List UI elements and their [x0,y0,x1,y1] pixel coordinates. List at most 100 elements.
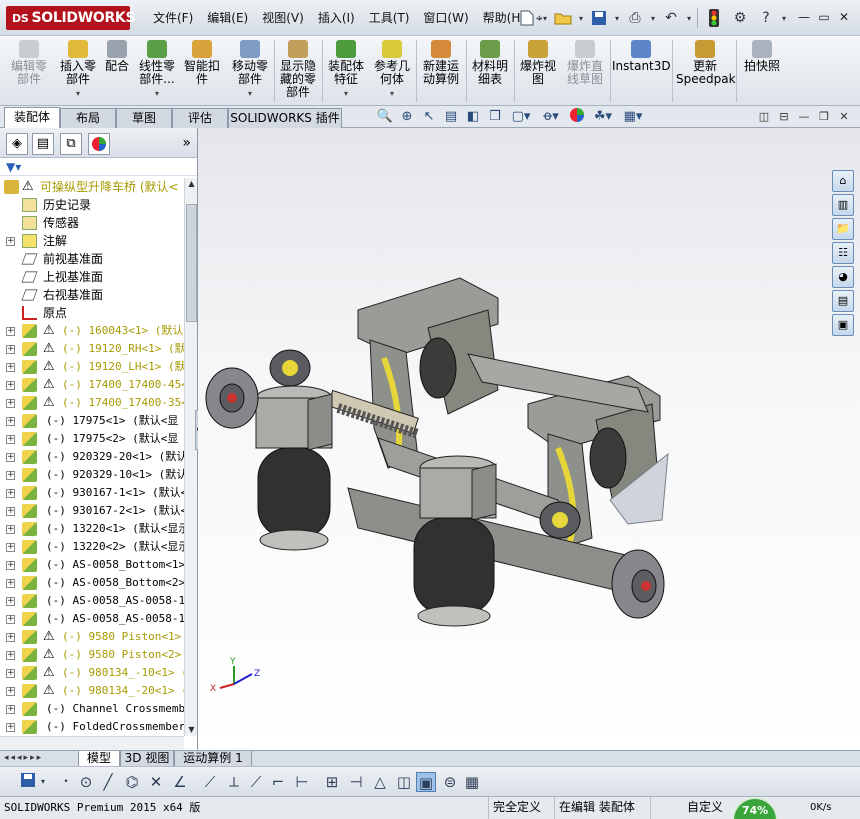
trim-icon[interactable]: ✕ [146,772,166,792]
tab-addins[interactable]: SOLIDWORKS 插件 [228,108,342,128]
tab-evaluate[interactable]: 评估 [172,108,228,128]
viewport-restore-icon[interactable]: ❐ [814,109,834,125]
open-dropdown-icon[interactable]: ▾ [576,6,586,30]
tree-horizontal-scrollbar[interactable] [0,736,184,750]
new-dropdown-icon[interactable]: ▾ [540,6,550,30]
mirror-icon[interactable]: ⟋ [246,772,266,792]
measure-icon[interactable]: ⊣ [346,772,366,792]
tree-vertical-scrollbar[interactable]: ▲ ▼ [184,178,197,736]
move-component-dropdown-icon[interactable]: ▾ [228,87,272,100]
expand-toggle-icon[interactable]: + [6,345,15,354]
tree-component[interactable]: + (-) 17975<1> (默认<显 [0,412,184,430]
open-folder-icon[interactable] [550,6,576,30]
forum-icon[interactable]: ▣ [832,314,854,336]
edit-appearance-icon[interactable] [566,107,588,127]
tree-item[interactable]: 右视基准面 [0,286,184,304]
configuration-manager-tab-icon[interactable]: ⧉ [60,133,82,155]
expand-toggle-icon[interactable]: + [6,579,15,588]
save-dropdown-icon[interactable]: ▾ [38,772,48,792]
take-snapshot-button[interactable]: 拍快照 [740,40,784,104]
print-dropdown-icon[interactable]: ▾ [648,6,658,30]
dimension-icon[interactable]: ⊢ [292,772,312,792]
help-icon[interactable]: ? [753,6,779,30]
tree-component[interactable]: + (-) AS-0058_AS-0058-1F [0,592,184,610]
linear-pattern-dropdown-icon[interactable]: ▾ [136,87,178,100]
insert-component-dropdown-icon[interactable]: ▾ [56,87,100,100]
tree-component[interactable]: + (-) Channel Crossmember [0,700,184,718]
view-palette-icon[interactable]: ☷ [832,242,854,264]
edit-component-button[interactable]: 编辑零 部件 [6,40,52,104]
tree-component[interactable]: + (-) AS-0058_AS-0058-1F [0,610,184,628]
convert-entities-icon[interactable]: ⟋ [200,772,220,792]
save-dropdown-icon[interactable]: ▾ [612,6,622,30]
menu-window[interactable]: 窗口(W) [416,0,475,36]
save-icon[interactable] [18,772,38,792]
display-manager-tab-icon[interactable] [88,133,110,155]
polygon-icon[interactable]: ⌬ [122,772,142,792]
hide-show-items-icon[interactable]: ꝋ▾ [536,107,566,127]
expand-toggle-icon[interactable]: + [6,543,15,552]
expand-toggle-icon[interactable]: + [6,597,15,606]
dynamic-annotation-icon[interactable]: ◧ [462,107,484,127]
tree-item[interactable]: 传感器 [0,214,184,232]
tree-filter[interactable]: ▼▾ [0,158,197,176]
solidworks-logo[interactable]: DS SOLIDWORKS [6,6,136,30]
tree-component[interactable]: + ⚠ (-) 17400_17400-35<1 [0,394,184,412]
expand-toggle-icon[interactable]: + [6,417,15,426]
display-style-icon[interactable]: ▢▾ [506,107,536,127]
smart-fasteners-button[interactable]: 智能扣 件 [182,40,222,104]
close-button[interactable]: ✕ [834,8,854,26]
tree-component[interactable]: + (-) 13220<2> (默认<显示 [0,538,184,556]
expand-toggle-icon[interactable]: + [6,507,15,516]
minimize-button[interactable]: — [794,8,814,26]
new-motion-study-button[interactable]: 新建运 动算例 [420,40,462,104]
expand-toggle-icon[interactable]: + [6,525,15,534]
expand-toggle-icon[interactable]: + [6,381,15,390]
tile-icon[interactable]: ◫ [754,109,774,125]
property-manager-tab-icon[interactable]: ▤ [32,133,54,155]
undo-icon[interactable]: ↶ [658,6,684,30]
menu-file[interactable]: 文件(F) [146,0,200,36]
tree-component[interactable]: + (-) 920329-20<1> (默认< [0,448,184,466]
tree-component[interactable]: + ⚠ (-) 160043<1> (默认< [0,322,184,340]
zoom-to-area-icon[interactable]: ⊕ [396,107,418,127]
section-view-icon[interactable]: ▤ [440,107,462,127]
linear-pattern-button[interactable]: 线性零 部件... ▾ [136,40,178,104]
mate-button[interactable]: 配合 [102,40,132,104]
expand-toggle-icon[interactable]: + [6,453,15,462]
reference-geometry-button[interactable]: 参考几 何体 ▾ [370,40,414,104]
tree-component[interactable]: + (-) FoldedCrossmembers1 [0,718,184,736]
tree-component[interactable]: + ⚠ (-) 980134_-20<1> (默 [0,682,184,700]
assembly-features-dropdown-icon[interactable]: ▾ [326,87,366,100]
previous-view-icon[interactable]: ↖ [418,107,440,127]
tree-component[interactable]: + ⚠ (-) 19120_LH<1> (默认 [0,358,184,376]
rebuild-icon[interactable] [701,6,727,30]
tree-component[interactable]: + ⚠ (-) 9580 Piston<2> ( [0,646,184,664]
expand-toggle-icon[interactable]: + [6,687,15,696]
expand-toggle-icon[interactable]: + [6,327,15,336]
tree-component[interactable]: + ⚠ (-) 980134_-10<1> (默 [0,664,184,682]
scroll-thumb[interactable] [186,204,197,322]
box-icon[interactable]: ◫ [394,772,414,792]
insert-component-button[interactable]: 插入零 部件 ▾ [56,40,100,104]
tree-item[interactable]: 前视基准面 [0,250,184,268]
menu-insert[interactable]: 插入(I) [311,0,362,36]
horizontal-relation-icon[interactable]: ⊞ [322,772,342,792]
expand-toggle-icon[interactable]: + [6,489,15,498]
tree-component[interactable]: + (-) 930167-1<1> (默认<显 [0,484,184,502]
hole-wizard-icon[interactable]: ⊜ [440,772,460,792]
print-icon[interactable]: ⎙ [622,6,648,30]
angle-icon[interactable]: ∠ [170,772,190,792]
triangle-icon[interactable]: △ [370,772,390,792]
tab-3d-view[interactable]: 3D 视图 [120,751,174,767]
feature-manager-tab-icon[interactable]: ◈ [6,133,28,155]
graphics-area[interactable]: Y X Z [198,128,860,750]
tree-component[interactable]: + (-) AS-0058_Bottom<1> ( [0,556,184,574]
scroll-up-icon[interactable]: ▲ [185,178,198,190]
solidworks-resources-icon[interactable]: ⌂ [832,170,854,192]
expand-toggle-icon[interactable]: + [6,561,15,570]
save-icon[interactable] [586,6,612,30]
menu-edit[interactable]: 编辑(E) [200,0,255,36]
tree-item[interactable]: 历史记录 [0,196,184,214]
zoom-to-fit-icon[interactable]: 🔍 [374,107,396,127]
